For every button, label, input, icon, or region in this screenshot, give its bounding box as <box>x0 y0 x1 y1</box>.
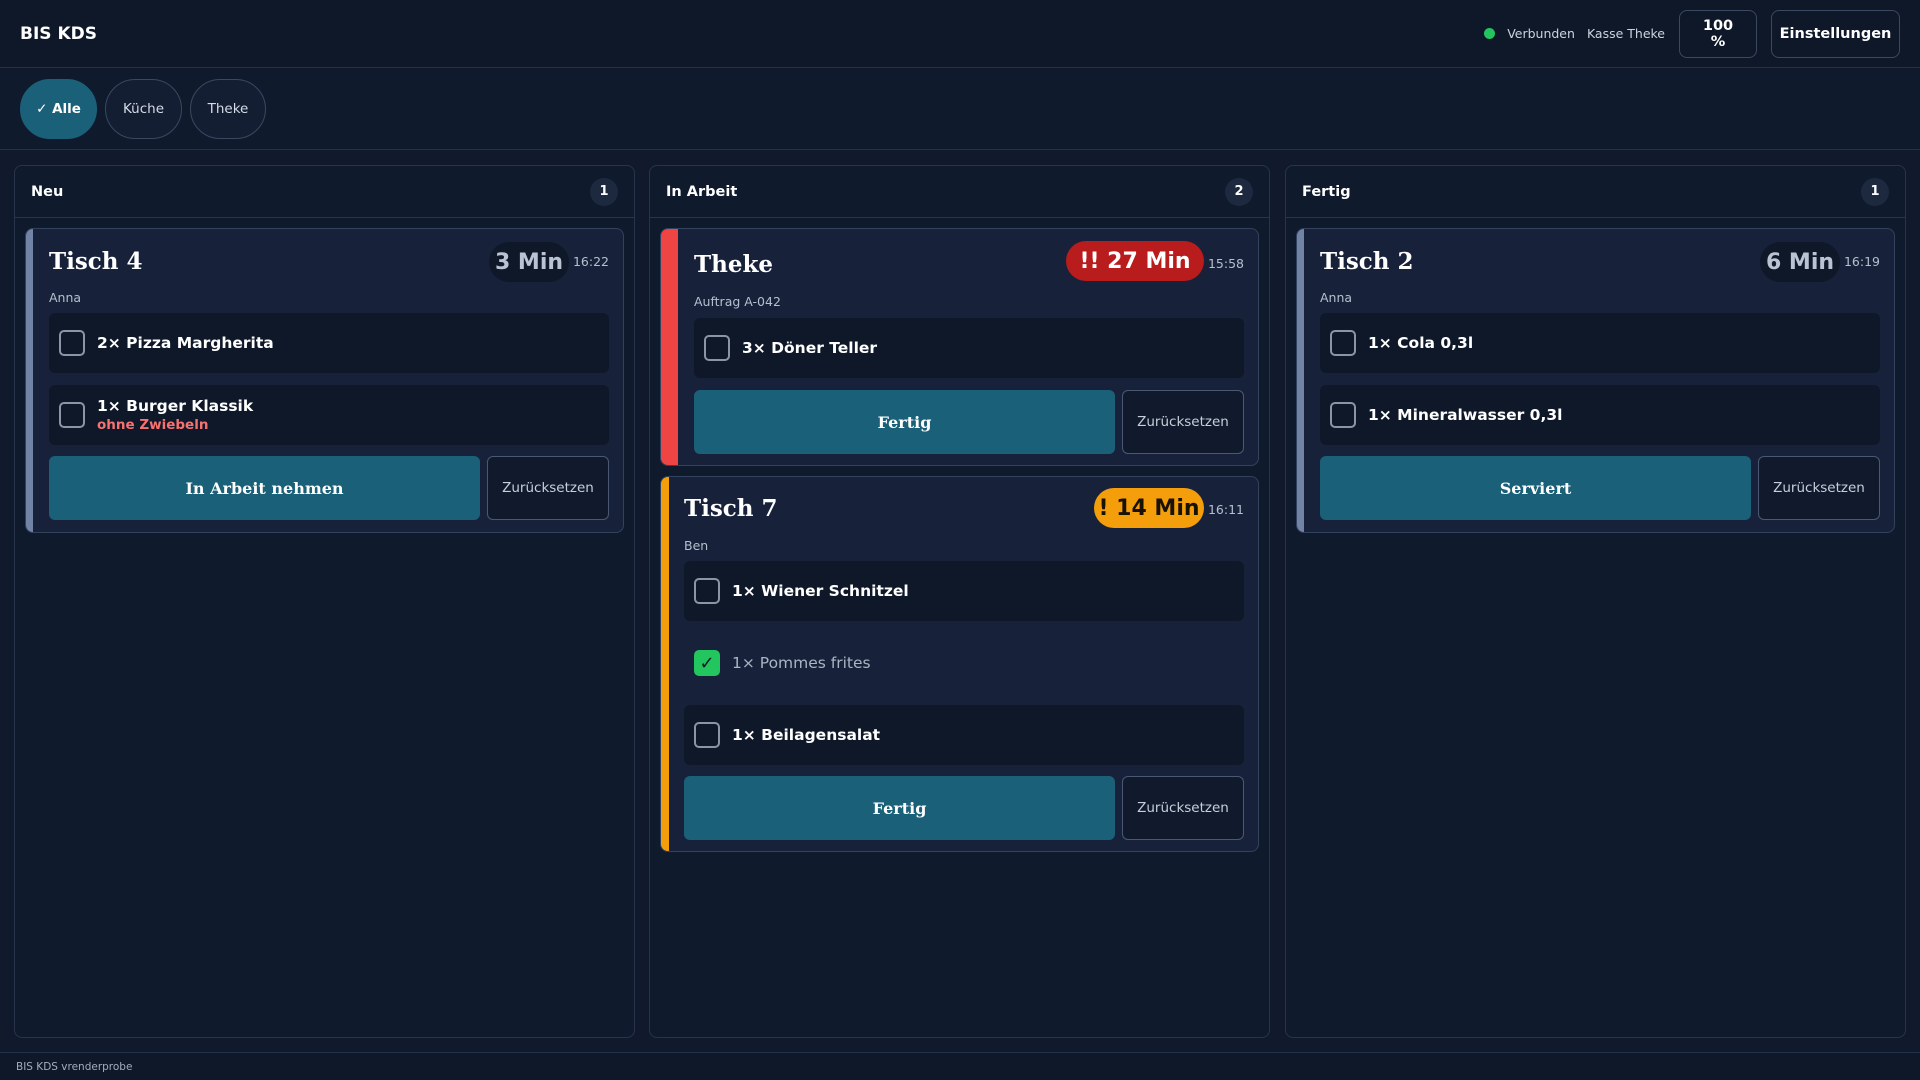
top-bar-actions: Verbunden Kasse Theke 100 % Einstellunge… <box>1484 9 1900 58</box>
filter-chip-alle[interactable]: ✓ Alle <box>20 79 97 139</box>
card-title: Tisch 2 <box>1320 248 1414 275</box>
order-time: 16:11 <box>1207 502 1244 517</box>
column-title: In Arbeit <box>666 183 738 200</box>
reset-button[interactable]: Zurücksetzen <box>1122 776 1244 840</box>
order-item[interactable]: 1× Beilagensalat <box>684 705 1244 765</box>
item-label: 3× Döner Teller <box>742 339 878 357</box>
column-in-arbeit: In Arbeit 2 Theke Auftrag A-042 !! 27 Mi… <box>649 165 1270 1038</box>
order-time: 15:58 <box>1207 256 1244 271</box>
order-item[interactable]: 1× Cola 0,3l <box>1320 313 1880 373</box>
column-count-badge: 1 <box>590 177 618 206</box>
item-label: 1× Wiener Schnitzel <box>732 582 909 600</box>
top-bar: BIS KDS Verbunden Kasse Theke 100 % Eins… <box>0 0 1920 68</box>
order-item[interactable]: 1× Wiener Schnitzel <box>684 561 1244 621</box>
item-checkbox[interactable] <box>704 335 730 361</box>
status-dot-icon <box>1484 28 1496 39</box>
card-header: Tisch 2 Anna 6 Min 16:19 <box>1320 229 1880 305</box>
item-checkbox[interactable] <box>694 578 720 604</box>
order-item[interactable]: 1× Burger Klassik ohne Zwiebeln <box>49 385 609 445</box>
item-checkbox[interactable] <box>1330 330 1356 356</box>
card-status-stripe <box>1297 229 1304 532</box>
order-item[interactable]: 3× Döner Teller <box>694 318 1244 378</box>
card-subtitle: Auftrag A-042 <box>694 294 781 309</box>
connection-status: Verbunden Kasse Theke <box>1484 26 1665 41</box>
order-item[interactable]: 2× Pizza Margherita <box>49 313 609 373</box>
order-item[interactable]: 1× Mineralwasser 0,3l <box>1320 385 1880 445</box>
column-neu: Neu 1 Tisch 4 Anna 3 Min 16:22 2× Pizza … <box>14 165 635 1038</box>
column-header: In Arbeit 2 <box>650 166 1269 218</box>
footer: BIS KDS vrenderprobe <box>0 1052 1920 1080</box>
item-checkbox[interactable] <box>59 330 85 356</box>
start-order-button[interactable]: In Arbeit nehmen <box>49 456 480 520</box>
column-header: Fertig 1 <box>1286 166 1905 218</box>
card-header: Tisch 4 Anna 3 Min 16:22 <box>49 229 609 305</box>
connection-status-label: Verbunden <box>1507 26 1575 41</box>
order-card[interactable]: Tisch 7 Ben ! 14 Min 16:11 1× Wiener Sch… <box>660 476 1259 852</box>
elapsed-timer-badge: !! 27 Min <box>1066 241 1204 281</box>
column-title: Neu <box>31 183 64 200</box>
column-count-badge: 1 <box>1861 177 1889 206</box>
card-status-stripe <box>661 229 678 465</box>
elapsed-timer-badge: ! 14 Min <box>1094 488 1204 528</box>
elapsed-timer-badge: 6 Min <box>1760 242 1840 282</box>
card-title: Tisch 7 <box>684 495 778 522</box>
checkmark-icon[interactable]: ✓ <box>694 650 720 676</box>
card-subtitle: Ben <box>684 538 709 553</box>
reset-button[interactable]: Zurücksetzen <box>487 456 609 520</box>
item-checkbox[interactable] <box>1330 402 1356 428</box>
station-label: Kasse Theke <box>1586 26 1665 41</box>
card-title: Theke <box>694 251 774 278</box>
order-time: 16:19 <box>1843 254 1880 269</box>
card-subtitle: Anna <box>1320 290 1353 305</box>
filter-chip-kueche[interactable]: Küche <box>105 79 182 139</box>
reset-button[interactable]: Zurücksetzen <box>1758 456 1880 520</box>
card-status-stripe <box>26 229 33 532</box>
item-label: 1× Mineralwasser 0,3l <box>1368 406 1563 424</box>
filter-bar: ✓ Alle Küche Theke <box>0 69 1920 150</box>
card-title: Tisch 4 <box>49 248 143 275</box>
mark-ready-button[interactable]: Fertig <box>694 390 1115 454</box>
mark-ready-button[interactable]: Fertig <box>684 776 1115 840</box>
settings-button[interactable]: Einstellungen <box>1771 9 1900 58</box>
item-checkbox[interactable] <box>694 722 720 748</box>
card-header: Theke Auftrag A-042 !! 27 Min 15:58 <box>694 229 1244 309</box>
order-time: 16:22 <box>572 254 609 269</box>
filter-chip-theke[interactable]: Theke <box>190 79 266 139</box>
item-label: 1× Burger Klassik <box>97 397 254 415</box>
column-count-badge: 2 <box>1225 177 1253 206</box>
elapsed-timer-badge: 3 Min <box>489 242 569 282</box>
item-label: 1× Beilagensalat <box>732 726 881 744</box>
card-subtitle: Anna <box>49 290 82 305</box>
served-button[interactable]: Serviert <box>1320 456 1751 520</box>
order-card[interactable]: Theke Auftrag A-042 !! 27 Min 15:58 3× D… <box>660 228 1259 466</box>
item-checkbox[interactable] <box>59 402 85 428</box>
item-label: 2× Pizza Margherita <box>97 334 274 352</box>
column-title: Fertig <box>1302 183 1351 200</box>
order-card[interactable]: Tisch 4 Anna 3 Min 16:22 2× Pizza Marghe… <box>25 228 624 533</box>
order-board: Neu 1 Tisch 4 Anna 3 Min 16:22 2× Pizza … <box>14 165 1906 1038</box>
footer-text: BIS KDS vrenderprobe <box>16 1060 133 1073</box>
item-note: ohne Zwiebeln <box>97 417 209 433</box>
column-header: Neu 1 <box>15 166 634 218</box>
order-item-done[interactable]: ✓ 1× Pommes frites <box>684 633 1244 693</box>
column-fertig: Fertig 1 Tisch 2 Anna 6 Min 16:19 1× Col… <box>1285 165 1906 1038</box>
order-card[interactable]: Tisch 2 Anna 6 Min 16:19 1× Cola 0,3l 1×… <box>1296 228 1895 533</box>
item-label: 1× Pommes frites <box>732 654 871 672</box>
card-status-stripe <box>661 477 669 851</box>
card-header: Tisch 7 Ben ! 14 Min 16:11 <box>684 477 1244 553</box>
reset-button[interactable]: Zurücksetzen <box>1122 390 1244 454</box>
zoom-button[interactable]: 100 % <box>1679 9 1757 58</box>
item-label: 1× Cola 0,3l <box>1368 334 1474 352</box>
app-title: BIS KDS <box>20 23 97 44</box>
